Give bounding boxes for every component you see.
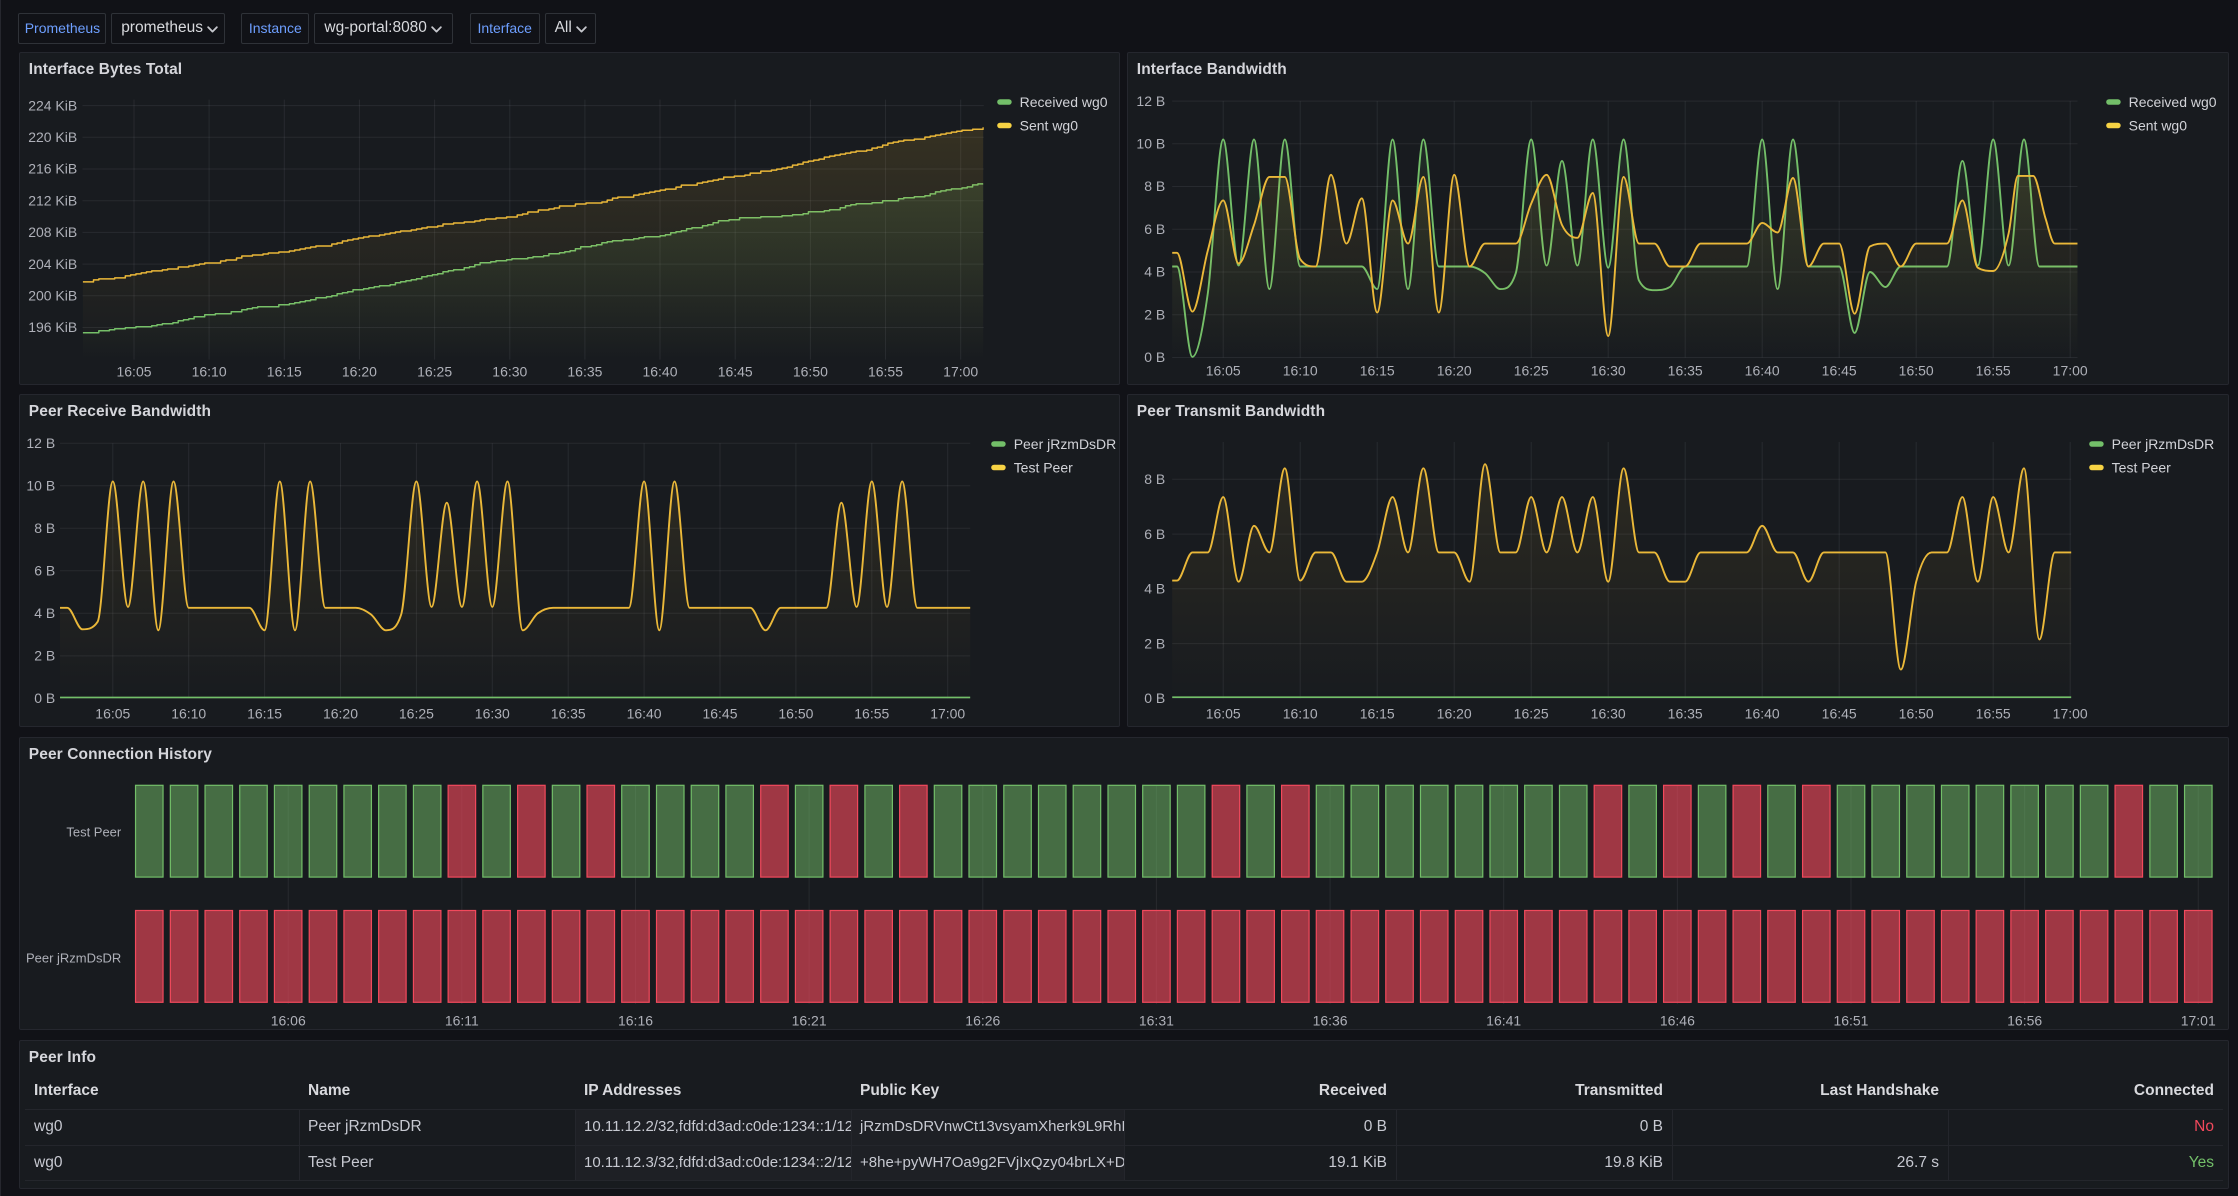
svg-text:Test Peer: Test Peer	[66, 824, 122, 839]
svg-text:16:46: 16:46	[1660, 1013, 1695, 1029]
svg-text:12 B: 12 B	[26, 435, 55, 451]
svg-text:8 B: 8 B	[34, 520, 55, 536]
svg-text:16:45: 16:45	[1821, 706, 1856, 722]
svg-text:16:50: 16:50	[793, 364, 828, 380]
svg-text:6 B: 6 B	[1144, 221, 1165, 237]
svg-text:2 B: 2 B	[1144, 307, 1165, 323]
svg-text:16:05: 16:05	[116, 364, 151, 380]
svg-text:16:36: 16:36	[1312, 1013, 1347, 1029]
svg-text:208 KiB: 208 KiB	[28, 224, 77, 240]
svg-text:8 B: 8 B	[1144, 179, 1165, 195]
svg-text:16:40: 16:40	[1744, 363, 1779, 379]
svg-text:16:56: 16:56	[2007, 1013, 2042, 1029]
svg-text:16:05: 16:05	[95, 706, 130, 722]
svg-text:17:00: 17:00	[930, 706, 965, 722]
svg-text:16:50: 16:50	[1898, 363, 1933, 379]
svg-text:12 B: 12 B	[1136, 93, 1165, 109]
svg-text:17:00: 17:00	[943, 364, 978, 380]
svg-text:16:30: 16:30	[492, 364, 527, 380]
svg-text:16:11: 16:11	[445, 1013, 479, 1029]
svg-text:16:30: 16:30	[1590, 706, 1625, 722]
svg-text:16:20: 16:20	[323, 706, 358, 722]
svg-text:0 B: 0 B	[1144, 690, 1165, 706]
svg-text:16:26: 16:26	[965, 1013, 1000, 1029]
svg-text:16:55: 16:55	[1975, 363, 2010, 379]
svg-text:200 KiB: 200 KiB	[28, 288, 77, 304]
svg-text:16:25: 16:25	[399, 706, 434, 722]
svg-text:16:31: 16:31	[1139, 1013, 1174, 1029]
svg-text:16:40: 16:40	[626, 706, 661, 722]
svg-text:16:15: 16:15	[267, 364, 302, 380]
svg-text:16:15: 16:15	[1359, 363, 1394, 379]
svg-text:8 B: 8 B	[1144, 471, 1165, 487]
svg-text:17:01: 17:01	[2181, 1013, 2216, 1029]
svg-text:16:50: 16:50	[778, 706, 813, 722]
svg-text:16:20: 16:20	[1436, 706, 1471, 722]
svg-text:224 KiB: 224 KiB	[28, 98, 77, 114]
svg-text:16:30: 16:30	[1590, 363, 1625, 379]
svg-text:16:20: 16:20	[1436, 363, 1471, 379]
svg-text:16:55: 16:55	[854, 706, 889, 722]
svg-text:16:25: 16:25	[417, 364, 452, 380]
svg-text:16:50: 16:50	[1898, 706, 1933, 722]
svg-text:2 B: 2 B	[34, 648, 55, 664]
svg-text:16:41: 16:41	[1486, 1013, 1521, 1029]
svg-text:0 B: 0 B	[1144, 350, 1165, 366]
svg-text:Sent wg0: Sent wg0	[1019, 118, 1078, 134]
svg-text:16:40: 16:40	[642, 364, 677, 380]
svg-text:220 KiB: 220 KiB	[28, 129, 77, 145]
svg-text:16:10: 16:10	[191, 364, 226, 380]
svg-text:16:15: 16:15	[1359, 706, 1394, 722]
svg-text:6 B: 6 B	[1144, 526, 1165, 542]
svg-text:16:05: 16:05	[1205, 363, 1240, 379]
svg-text:Peer jRzmDsDR: Peer jRzmDsDR	[2111, 436, 2214, 452]
svg-text:Peer jRzmDsDR: Peer jRzmDsDR	[1013, 436, 1116, 452]
svg-text:0 B: 0 B	[34, 690, 55, 706]
svg-text:16:21: 16:21	[791, 1013, 826, 1029]
svg-text:Received wg0: Received wg0	[1019, 94, 1107, 110]
svg-text:16:35: 16:35	[1667, 363, 1702, 379]
svg-text:Received wg0: Received wg0	[2128, 94, 2216, 110]
svg-text:4 B: 4 B	[1144, 264, 1165, 280]
svg-text:16:40: 16:40	[1744, 706, 1779, 722]
svg-text:4 B: 4 B	[34, 605, 55, 621]
svg-text:212 KiB: 212 KiB	[28, 193, 77, 209]
svg-text:10 B: 10 B	[1136, 136, 1165, 152]
svg-text:16:55: 16:55	[868, 364, 903, 380]
svg-text:16:15: 16:15	[247, 706, 282, 722]
svg-text:204 KiB: 204 KiB	[28, 256, 77, 272]
svg-text:10 B: 10 B	[26, 477, 55, 493]
svg-text:16:10: 16:10	[1282, 706, 1317, 722]
svg-text:17:00: 17:00	[2052, 363, 2087, 379]
svg-text:16:45: 16:45	[1821, 363, 1856, 379]
svg-text:Test Peer: Test Peer	[2111, 459, 2170, 475]
svg-text:196 KiB: 196 KiB	[28, 320, 77, 336]
svg-text:16:51: 16:51	[1833, 1013, 1868, 1029]
svg-text:16:45: 16:45	[702, 706, 737, 722]
svg-text:16:35: 16:35	[1667, 706, 1702, 722]
svg-text:16:35: 16:35	[567, 364, 602, 380]
svg-text:16:05: 16:05	[1205, 706, 1240, 722]
svg-text:216 KiB: 216 KiB	[28, 161, 77, 177]
svg-text:6 B: 6 B	[34, 562, 55, 578]
svg-text:16:25: 16:25	[1513, 706, 1548, 722]
svg-text:16:55: 16:55	[1975, 706, 2010, 722]
svg-text:16:30: 16:30	[475, 706, 510, 722]
svg-text:2 B: 2 B	[1144, 635, 1165, 651]
svg-text:16:10: 16:10	[171, 706, 206, 722]
svg-text:Sent wg0: Sent wg0	[2128, 118, 2187, 134]
svg-text:16:10: 16:10	[1282, 363, 1317, 379]
svg-text:16:25: 16:25	[1513, 363, 1548, 379]
svg-text:4 B: 4 B	[1144, 580, 1165, 596]
svg-text:Peer jRzmDsDR: Peer jRzmDsDR	[26, 950, 121, 965]
svg-text:16:16: 16:16	[618, 1013, 653, 1029]
svg-text:16:35: 16:35	[550, 706, 585, 722]
svg-text:16:20: 16:20	[342, 364, 377, 380]
svg-text:16:06: 16:06	[271, 1013, 306, 1029]
svg-text:Test Peer: Test Peer	[1013, 459, 1072, 475]
svg-text:17:00: 17:00	[2052, 706, 2087, 722]
svg-text:16:45: 16:45	[717, 364, 752, 380]
